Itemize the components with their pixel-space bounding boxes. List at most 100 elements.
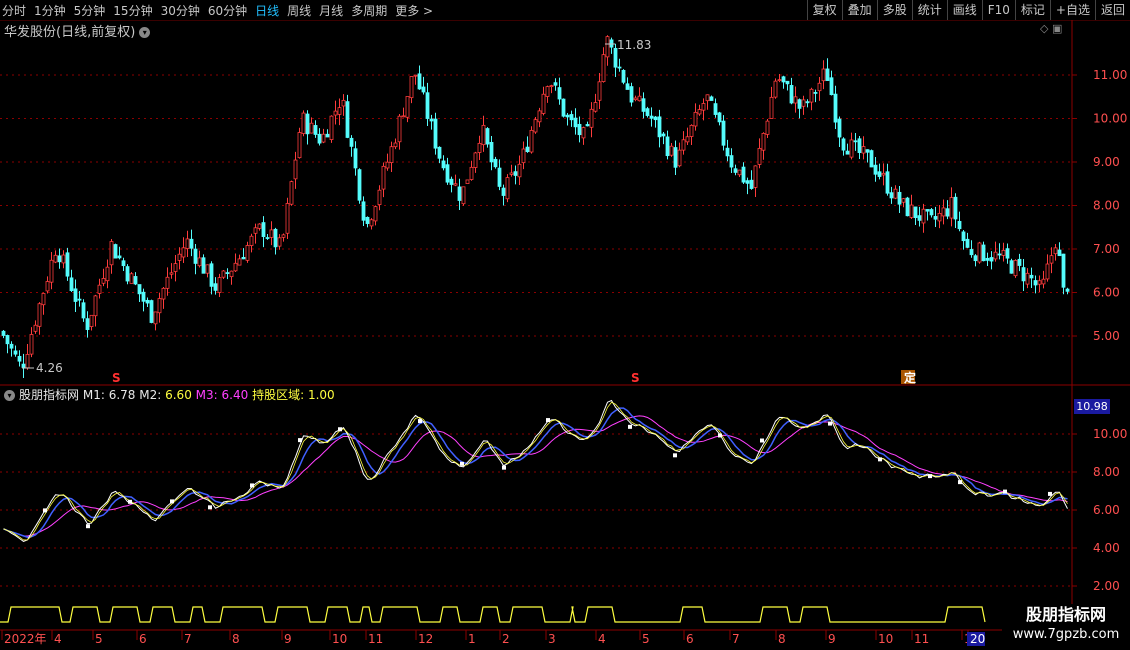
candle-body: [853, 140, 858, 143]
m2-value: 6.60: [165, 388, 192, 402]
candle-body: [1029, 274, 1034, 279]
candle-body: [893, 188, 898, 199]
candle-body: [1005, 248, 1010, 259]
candle-body: [329, 115, 334, 140]
candle-body: [81, 302, 86, 319]
candle-body: [197, 257, 202, 267]
pivot-square: [338, 427, 342, 432]
candle-body: [665, 136, 670, 157]
price-axis-label: 10.00: [1093, 112, 1127, 126]
candle-body: [1045, 263, 1050, 280]
candle-body: [429, 118, 434, 122]
candle-body: [757, 147, 762, 165]
candle-body: [437, 146, 442, 159]
time-axis-label: 6: [139, 632, 147, 646]
candle-body: [873, 164, 878, 175]
candle-body: [525, 146, 530, 153]
candle-body: [481, 124, 486, 146]
candle-body: [1033, 280, 1038, 286]
candle-body: [669, 145, 674, 156]
candle-body: [485, 128, 490, 145]
candle-body: [173, 263, 178, 272]
candle-body: [257, 223, 262, 229]
candle-body: [969, 249, 974, 256]
candle-body: [657, 116, 662, 138]
candle-body: [965, 238, 970, 248]
candle-body: [469, 166, 474, 180]
candle-body: [569, 114, 574, 121]
candle-body: [801, 99, 806, 107]
candle-body: [837, 118, 842, 138]
candle-body: [553, 82, 558, 86]
candle-body: [817, 82, 822, 92]
candle-body: [301, 112, 306, 134]
pivot-square: [673, 453, 677, 458]
candle-body: [321, 133, 326, 143]
candle-body: [181, 247, 186, 258]
candle-body: [465, 179, 470, 184]
candle-body: [625, 83, 630, 90]
candle-body: [501, 187, 506, 196]
candle-body: [421, 86, 426, 93]
indicator-legend: ▾ 股朋指标网 M1: 6.78 M2: 6.60 M3: 6.40 持股区域: …: [4, 386, 335, 403]
candle-body: [125, 266, 130, 282]
pivot-square: [460, 461, 464, 466]
candle-body: [493, 158, 498, 168]
dropdown-icon[interactable]: ▾: [4, 390, 15, 401]
candle-body: [957, 220, 962, 230]
candle-body: [509, 172, 514, 175]
candle-body: [857, 138, 862, 153]
candle-body: [377, 189, 382, 205]
candle-body: [69, 277, 74, 291]
candle-body: [425, 92, 430, 119]
pivot-square: [546, 418, 550, 423]
candle-body: [885, 171, 890, 194]
candle-body: [1025, 272, 1030, 285]
indicator-right-value: 10.98: [1074, 399, 1110, 414]
candle-body: [517, 163, 522, 178]
candle-body: [497, 167, 502, 187]
candle-body: [225, 272, 230, 274]
candle-body: [697, 109, 702, 115]
candle-body: [169, 272, 174, 275]
candle-body: [741, 166, 746, 183]
signal-marker: S: [112, 371, 121, 385]
candle-body: [989, 257, 994, 262]
m1-label: M1:: [82, 388, 105, 402]
candle-body: [185, 238, 190, 249]
candle-body: [241, 256, 246, 260]
candle-body: [1041, 278, 1046, 285]
candle-body: [157, 298, 162, 314]
candle-body: [641, 98, 646, 112]
candle-body: [405, 96, 410, 118]
pivot-square: [418, 419, 422, 424]
m2-label: M2:: [139, 388, 162, 402]
time-axis-label: 5: [95, 632, 103, 646]
candle-body: [529, 129, 534, 153]
candle-body: [617, 66, 622, 69]
candle-body: [213, 283, 218, 291]
time-axis-label: 2: [502, 632, 510, 646]
candle-body: [921, 208, 926, 224]
candle-body: [865, 149, 870, 153]
candle-body: [825, 68, 830, 81]
candle-body: [637, 95, 642, 102]
candle-body: [113, 244, 118, 259]
candle-body: [1009, 260, 1014, 274]
candle-body: [445, 164, 450, 183]
chart-canvas[interactable]: 11.0010.009.008.007.006.005.0010.008.006…: [0, 0, 1130, 650]
candle-body: [953, 196, 958, 220]
candle-body: [869, 150, 874, 168]
candle-body: [673, 147, 678, 168]
candle-body: [1053, 247, 1058, 255]
candle-body: [925, 209, 930, 212]
candle-body: [17, 355, 22, 362]
candle-body: [937, 213, 942, 222]
candle-body: [385, 161, 390, 169]
candle-body: [369, 219, 374, 227]
candle-body: [33, 324, 38, 332]
candle-body: [261, 222, 266, 237]
candle-body: [389, 146, 394, 164]
indicator-axis-label: 2.00: [1093, 579, 1120, 593]
candle-body: [317, 133, 322, 144]
